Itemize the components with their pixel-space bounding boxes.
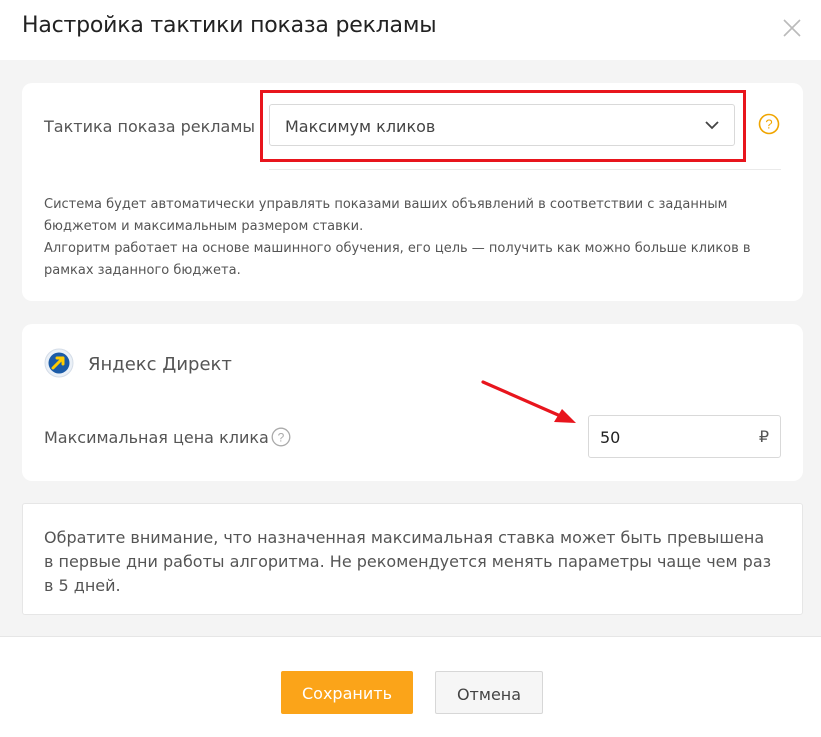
tactic-label: Тактика показа рекламы [44,117,256,136]
description-line-1: Система будет автоматически управлять по… [44,197,728,234]
tactic-select[interactable]: Максимум кликов [269,104,735,146]
dialog-header: Настройка тактики показа рекламы [0,0,821,60]
divider [269,169,781,170]
yandex-direct-card: Яндекс Директ Максимальная цена клика ? … [22,324,803,481]
question-circle-icon[interactable]: ? [758,113,780,135]
yandex-direct-title: Яндекс Директ [88,354,232,375]
dialog-footer: Сохранить Отмена [0,637,821,737]
currency-symbol: ₽ [758,427,769,446]
save-button[interactable]: Сохранить [281,671,413,714]
svg-text:?: ? [765,117,772,132]
description-line-2: Алгоритм работает на основе машинного об… [44,241,751,278]
price-value: 50 [600,428,621,447]
max-click-price-label: Максимальная цена клика [44,428,269,447]
close-icon[interactable] [781,17,803,39]
tactic-card: Тактика показа рекламы Максимум кликов ?… [22,83,803,301]
notice-card: Обратите внимание, что назначенная макси… [22,503,803,615]
question-circle-icon[interactable]: ? [271,427,291,447]
max-click-price-input[interactable]: 50 ₽ [588,415,781,458]
svg-text:?: ? [278,430,285,444]
tactic-description: Система будет автоматически управлять по… [44,194,764,282]
yandex-direct-logo [44,348,74,378]
chevron-down-icon [705,121,719,130]
notice-text: Обратите внимание, что назначенная макси… [44,528,772,595]
dialog-title: Настройка тактики показа рекламы [22,13,437,38]
cancel-button[interactable]: Отмена [435,671,543,714]
tactic-select-value: Максимум кликов [285,117,436,136]
